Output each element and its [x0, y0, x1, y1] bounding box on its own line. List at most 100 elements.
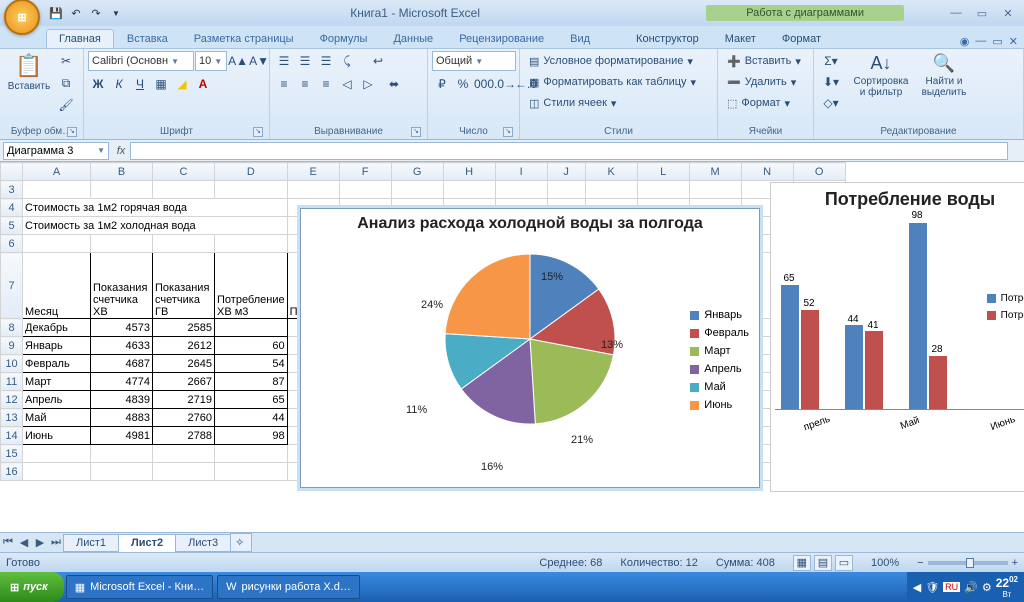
cell[interactable]: 4573	[91, 319, 153, 337]
col-header[interactable]: C	[153, 163, 215, 181]
inc-decimal-button[interactable]: .0→	[495, 74, 515, 94]
cell[interactable]: Стоимость за 1м2 горячая вода	[23, 199, 288, 217]
row-header[interactable]: 11	[1, 373, 23, 391]
row-header[interactable]: 8	[1, 319, 23, 337]
col-header[interactable]: L	[637, 163, 689, 181]
cell[interactable]	[689, 181, 741, 199]
align-top-button[interactable]: ☰	[274, 51, 294, 71]
paste-button[interactable]: 📋 Вставить	[4, 51, 54, 94]
doc-close-icon[interactable]: ✕	[1009, 35, 1018, 48]
start-button[interactable]: ⊞ пуск	[0, 572, 64, 602]
cut-button[interactable]: ✂	[56, 51, 76, 71]
col-header[interactable]: B	[91, 163, 153, 181]
taskbar-app-word[interactable]: Wрисунки работа X.d…	[217, 575, 360, 599]
copy-button[interactable]: ⧉	[56, 73, 76, 93]
cell[interactable]: Показания счетчика ГВ	[153, 253, 215, 319]
tab-formulas[interactable]: Формулы	[307, 29, 381, 48]
cell[interactable]	[637, 181, 689, 199]
row-header[interactable]: 5	[1, 217, 23, 235]
col-header[interactable]: K	[585, 163, 637, 181]
tab-home[interactable]: Главная	[46, 29, 114, 48]
cell-styles-button[interactable]: ◫Стили ячеек ▾	[524, 93, 621, 113]
tab-layout[interactable]: Макет	[712, 29, 769, 48]
tab-insert[interactable]: Вставка	[114, 29, 181, 48]
fill-button[interactable]: ⬇▾	[818, 72, 844, 92]
tab-view[interactable]: Вид	[557, 29, 603, 48]
cell[interactable]	[153, 463, 215, 481]
insert-cells-button[interactable]: ➕ Вставить ▾	[722, 51, 806, 71]
tab-design[interactable]: Конструктор	[623, 29, 712, 48]
row-header[interactable]: 10	[1, 355, 23, 373]
cell[interactable]	[91, 463, 153, 481]
underline-button[interactable]: Ч	[130, 74, 150, 94]
cell[interactable]: 60	[215, 337, 288, 355]
cell[interactable]: Июнь	[23, 427, 91, 445]
dialog-launcher-icon[interactable]: ↘	[503, 127, 513, 137]
cell[interactable]: 2788	[153, 427, 215, 445]
chart-bar[interactable]: Потребление воды 65 52 44 41 98 28	[770, 182, 1024, 492]
qat-dropdown-icon[interactable]: ▼	[108, 5, 124, 21]
row-header[interactable]: 15	[1, 445, 23, 463]
cell[interactable]: Месяц	[23, 253, 91, 319]
cell[interactable]	[23, 445, 91, 463]
bold-button[interactable]: Ж	[88, 74, 108, 94]
align-left-button[interactable]: ≡	[274, 74, 294, 94]
tab-page-layout[interactable]: Разметка страницы	[181, 29, 307, 48]
clear-button[interactable]: ◇▾	[818, 93, 844, 113]
col-header[interactable]: M	[689, 163, 741, 181]
view-pagelayout-button[interactable]: ▤	[814, 555, 832, 571]
cell[interactable]	[23, 181, 91, 199]
tab-review[interactable]: Рецензирование	[446, 29, 557, 48]
border-button[interactable]: ▦	[151, 74, 171, 94]
cell[interactable]	[215, 319, 288, 337]
save-icon[interactable]: 💾	[48, 5, 64, 21]
tray-icon[interactable]: ⚙	[982, 581, 992, 594]
cell[interactable]	[153, 181, 215, 199]
tab-format[interactable]: Формат	[769, 29, 834, 48]
tab-data[interactable]: Данные	[380, 29, 446, 48]
wrap-text-button[interactable]: ↩	[358, 51, 398, 71]
cell[interactable]: 4981	[91, 427, 153, 445]
cell[interactable]	[391, 181, 443, 199]
cell[interactable]	[153, 445, 215, 463]
cell[interactable]: 2760	[153, 409, 215, 427]
cell[interactable]: 4633	[91, 337, 153, 355]
tray-clock[interactable]: 2202 Вт	[996, 574, 1018, 600]
cell[interactable]: 87	[215, 373, 288, 391]
col-header[interactable]: H	[443, 163, 495, 181]
comma-button[interactable]: 000	[474, 74, 494, 94]
cell[interactable]: Потребление ХВ м3	[215, 253, 288, 319]
format-as-table-button[interactable]: ▦Форматировать как таблицу ▾	[524, 72, 701, 92]
zoom-out-button[interactable]: −	[917, 557, 923, 569]
indent-inc-button[interactable]: ▷	[358, 74, 378, 94]
cell[interactable]	[443, 181, 495, 199]
cell[interactable]	[215, 235, 288, 253]
sheet-tab[interactable]: Лист3	[175, 534, 231, 552]
doc-restore-icon[interactable]: ▭	[992, 35, 1002, 48]
sheet-nav-first[interactable]: ⏮	[0, 536, 16, 549]
cell[interactable]	[215, 181, 288, 199]
conditional-formatting-button[interactable]: ▤Условное форматирование ▾	[524, 51, 698, 71]
cell[interactable]	[585, 181, 637, 199]
cell[interactable]: Февраль	[23, 355, 91, 373]
font-name-combo[interactable]: Calibri (Основн▼	[88, 51, 194, 71]
cell[interactable]	[23, 463, 91, 481]
shrink-font-button[interactable]: A▼	[249, 51, 269, 71]
view-pagebreak-button[interactable]: ▭	[835, 555, 853, 571]
sheet-tab[interactable]: Лист1	[63, 534, 119, 552]
cell[interactable]: 4687	[91, 355, 153, 373]
col-header[interactable]: D	[215, 163, 288, 181]
cell[interactable]: Май	[23, 409, 91, 427]
minimize-button[interactable]: —	[944, 5, 968, 21]
row-header[interactable]: 12	[1, 391, 23, 409]
align-right-button[interactable]: ≡	[316, 74, 336, 94]
cell[interactable]	[91, 181, 153, 199]
cell[interactable]: 98	[215, 427, 288, 445]
align-middle-button[interactable]: ☰	[295, 51, 315, 71]
help-icon[interactable]: ◉	[960, 35, 970, 48]
col-header[interactable]: J	[547, 163, 585, 181]
new-sheet-button[interactable]: ✧	[230, 533, 252, 552]
redo-icon[interactable]: ↷	[88, 5, 104, 21]
chart-pie[interactable]: Анализ расхода холодной воды за полгода …	[300, 208, 760, 488]
system-tray[interactable]: ◀ 🛡 RU 🔊 ⚙ 2202 Вт	[907, 572, 1024, 602]
